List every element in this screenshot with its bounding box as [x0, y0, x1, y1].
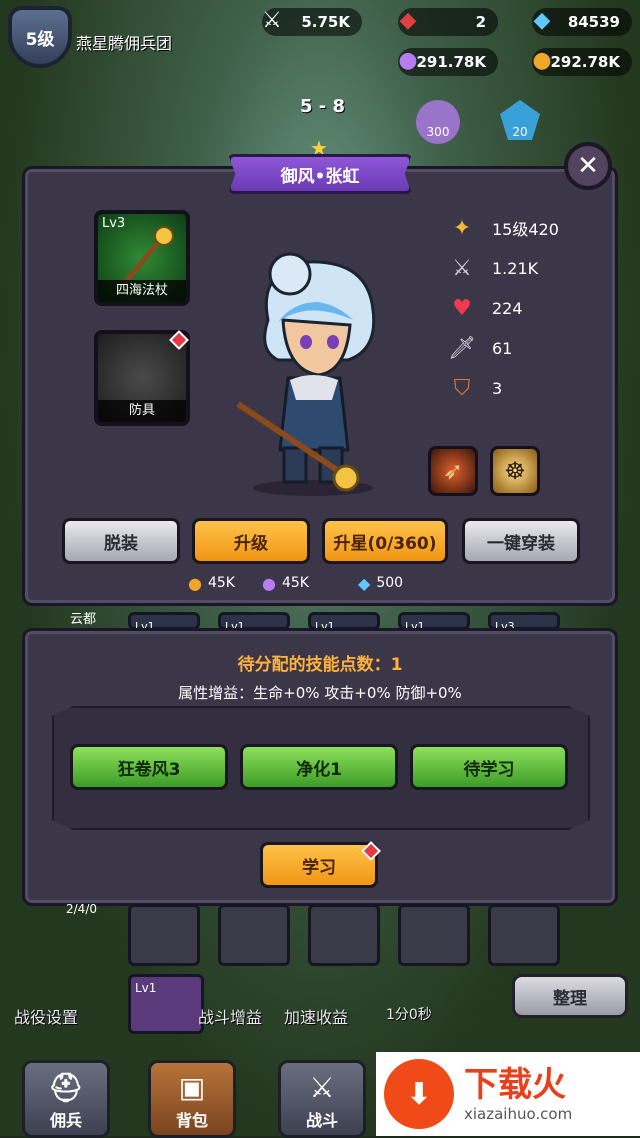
- hero-rank: ✦ 15级420: [444, 212, 559, 244]
- arrange-button[interactable]: 整理: [512, 974, 628, 1018]
- backpack-icon: ▣: [178, 1071, 206, 1104]
- campaign-settings-label[interactable]: 战役设置: [14, 1004, 78, 1028]
- city-label: 云都: [70, 612, 97, 627]
- weapon-slot[interactable]: Lv3 四海法杖: [94, 210, 190, 306]
- hero-card[interactable]: [308, 904, 380, 966]
- gold-cost: ● 45K: [188, 573, 235, 593]
- power-icon: ⚔: [452, 255, 472, 281]
- nav-backpack[interactable]: ▣ 背包: [148, 1060, 236, 1138]
- red-gem-icon: ◆: [399, 7, 417, 33]
- player-level-badge[interactable]: 5级: [8, 6, 72, 68]
- helmet-icon: ⛑: [48, 1071, 84, 1104]
- speed-earnings-label[interactable]: 加速收益: [284, 1004, 348, 1028]
- close-icon: ✕: [577, 151, 599, 181]
- rank-icon: ✦: [452, 215, 472, 241]
- hero-health: ♥ 224: [444, 292, 522, 324]
- top-bar: 5级 燕星腾佣兵团 ⚔ 5.75K ◆ 2 ◆ 84539 ● 291.78K …: [0, 0, 640, 160]
- diamond-cost: ◆ 500: [358, 573, 404, 593]
- heart-icon: ♥: [452, 295, 472, 321]
- close-button[interactable]: ✕: [564, 142, 612, 190]
- sword-icon: 🗡: [448, 335, 476, 361]
- unequip-button[interactable]: 脱装: [62, 518, 180, 564]
- attribute-bonus-label: 属性增益：生命+0% 攻击+0% 防御+0%: [178, 684, 462, 702]
- timer-label: 1分0秒: [386, 1007, 432, 1023]
- hero-defense: ⛉ 3: [444, 372, 502, 404]
- battle-boost-label[interactable]: 战斗增益: [198, 1004, 262, 1028]
- hero-portrait: [236, 252, 376, 496]
- stage-label: 5 - 8: [300, 96, 346, 117]
- hero-card[interactable]: [218, 904, 290, 966]
- gem-resource: ◆ 2: [398, 8, 498, 36]
- blue-diamond-icon: ◆: [358, 573, 371, 593]
- watermark-logo: ⬇: [384, 1059, 454, 1129]
- nav-mercenary[interactable]: ⛑ 佣兵: [22, 1060, 110, 1138]
- hero-card[interactable]: [128, 904, 200, 966]
- skill-points-label: 待分配的技能点数：1: [237, 655, 403, 675]
- watermark-url: xiazaihuo.com: [464, 1105, 573, 1123]
- gold-coin-icon: ●: [188, 573, 202, 593]
- crossed-swords-icon: ⚔: [309, 1071, 335, 1104]
- watermark: ⬇ 下载火 xiazaihuo.com: [376, 1052, 640, 1136]
- hero-name-ribbon: 御风•张虹: [228, 154, 412, 194]
- crossed-swords-icon: ⚔: [262, 7, 282, 33]
- blue-diamond-icon: ◆: [533, 7, 551, 33]
- armor-name: 防具: [98, 400, 186, 422]
- diamond-bubble: 20: [500, 100, 540, 140]
- potion-resource: ● 291.78K: [398, 48, 498, 76]
- hero-card[interactable]: [398, 904, 470, 966]
- hero-card[interactable]: [488, 904, 560, 966]
- learn-button[interactable]: 学习: [260, 842, 378, 888]
- meditation-skill-icon[interactable]: ☸: [490, 446, 540, 496]
- potion-bubble: 300: [416, 100, 460, 144]
- skill-unlearned-button[interactable]: 待学习: [410, 744, 568, 790]
- watermark-title: 下载火: [464, 1065, 566, 1105]
- team-count: 2/4/0: [66, 902, 97, 916]
- star-up-button[interactable]: 升星(0/360): [322, 518, 448, 564]
- guild-name: 燕星腾佣兵团: [76, 34, 173, 53]
- potion-icon: ●: [398, 47, 418, 73]
- shield-icon: ⛉: [453, 375, 471, 401]
- upgrade-button[interactable]: 升级: [192, 518, 310, 564]
- potion-cost: ● 45K: [262, 573, 309, 593]
- whirlwind-skill-icon[interactable]: ➶: [428, 446, 478, 496]
- skill-purify-button[interactable]: 净化1: [240, 744, 398, 790]
- potion-icon: ●: [262, 573, 276, 593]
- skill-whirlwind-button[interactable]: 狂卷风3: [70, 744, 228, 790]
- weapon-name: 四海法杖: [98, 280, 186, 302]
- power-resource: ⚔ 5.75K: [262, 8, 362, 36]
- gold-coin-icon: ●: [532, 47, 552, 73]
- hero-power: ⚔ 1.21K: [444, 252, 538, 284]
- nav-battle[interactable]: ⚔ 战斗: [278, 1060, 366, 1138]
- diamond-resource: ◆ 84539: [532, 8, 632, 36]
- equip-all-button[interactable]: 一键穿装: [462, 518, 580, 564]
- gold-resource: ● 292.78K: [532, 48, 632, 76]
- hero-attack: 🗡 61: [444, 332, 512, 364]
- hero-card[interactable]: Lv1: [128, 974, 204, 1034]
